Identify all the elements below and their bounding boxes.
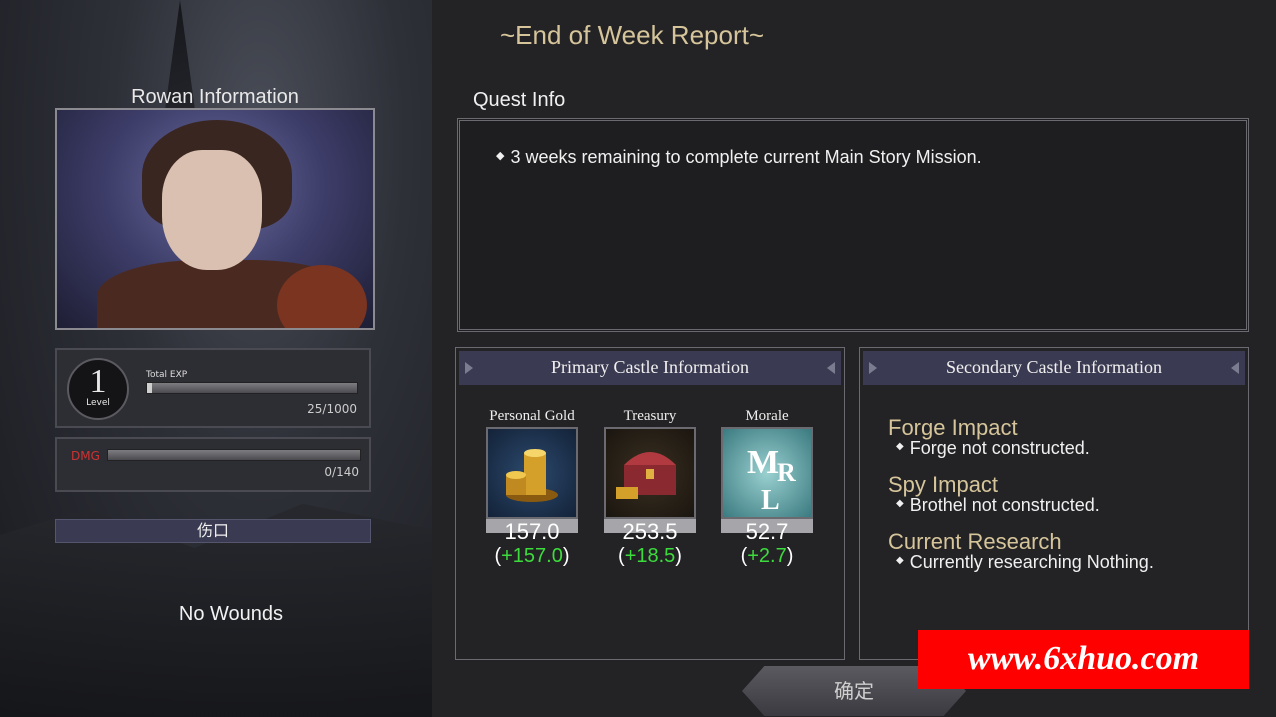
dmg-bar xyxy=(107,449,361,461)
resource-treasury: Treasury 253.5 (+18.5) xyxy=(604,408,696,568)
wounds-status: No Wounds xyxy=(178,603,284,625)
arrow-left-icon xyxy=(1231,362,1239,374)
current-research-line: ◆ Currently researching Nothing. xyxy=(896,552,1154,572)
svg-text:M: M xyxy=(747,444,779,481)
quest-item: ◆ 3 weeks remaining to complete current M… xyxy=(496,147,982,167)
forge-impact-line: ◆ Forge not constructed. xyxy=(896,438,1090,458)
character-panel: Rowan Information 1 Level Total EXP 25/1… xyxy=(0,0,432,717)
personal-gold-value: 157.0 xyxy=(504,519,560,544)
wounds-header: 伤口 xyxy=(55,519,371,543)
quest-info-box: ◆ 3 weeks remaining to complete current M… xyxy=(457,118,1249,332)
dmg-value: 0/140 xyxy=(324,465,359,479)
watermark-banner: www.6xhuo.com xyxy=(918,630,1249,689)
treasury-delta: (+18.5) xyxy=(618,545,682,567)
exp-bar xyxy=(146,382,358,394)
diamond-bullet-icon: ◆ xyxy=(496,150,505,162)
morale-delta: (+2.7) xyxy=(740,545,794,567)
level-badge: 1 Level xyxy=(67,358,129,420)
exp-bar-fill xyxy=(147,383,153,393)
secondary-castle-header: Secondary Castle Information xyxy=(863,351,1245,385)
level-label: Level xyxy=(86,398,110,408)
spy-impact-line: ◆ Brothel not constructed. xyxy=(896,495,1100,515)
background-cliff xyxy=(0,503,432,717)
diamond-bullet-icon: ◆ xyxy=(896,441,904,452)
secondary-castle-panel: Secondary Castle Information Forge Impac… xyxy=(859,347,1249,660)
arrow-right-icon xyxy=(869,362,877,374)
report-title: ~End of Week Report~ xyxy=(500,20,765,50)
damage-box: DMG 0/140 xyxy=(55,437,371,492)
gold-coins-icon xyxy=(486,427,578,519)
primary-castle-header: Primary Castle Information xyxy=(459,351,841,385)
resource-personal-gold: Personal Gold 157.0 (+157.0) xyxy=(486,408,578,568)
morale-banner-icon: M R L xyxy=(721,427,813,519)
treasure-chest-icon xyxy=(604,427,696,519)
character-portrait xyxy=(55,108,375,330)
resource-morale: Morale M R L 52.7 (+2.7) xyxy=(721,408,813,568)
treasury-value: 253.5 xyxy=(622,519,678,544)
exp-label: Total EXP xyxy=(146,370,188,380)
dmg-label: DMG xyxy=(71,449,100,463)
diamond-bullet-icon: ◆ xyxy=(896,498,904,509)
quest-info-label: Quest Info xyxy=(473,89,566,111)
primary-castle-panel: Primary Castle Information Personal Gold… xyxy=(455,347,845,660)
character-panel-title: Rowan Information xyxy=(131,86,299,108)
diamond-bullet-icon: ◆ xyxy=(896,555,904,566)
svg-text:R: R xyxy=(777,458,796,487)
arrow-left-icon xyxy=(827,362,835,374)
arrow-right-icon xyxy=(465,362,473,374)
personal-gold-delta: (+157.0) xyxy=(494,545,570,567)
level-exp-box: 1 Level Total EXP 25/1000 xyxy=(55,348,371,428)
exp-value: 25/1000 xyxy=(307,402,357,416)
morale-value: 52.7 xyxy=(745,519,789,544)
svg-text:L: L xyxy=(761,485,780,516)
level-value: 1 xyxy=(89,363,107,400)
